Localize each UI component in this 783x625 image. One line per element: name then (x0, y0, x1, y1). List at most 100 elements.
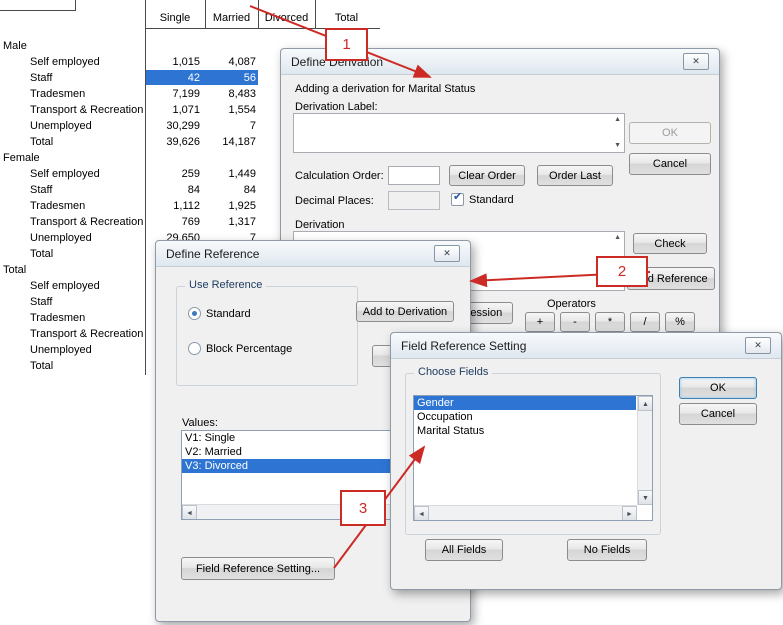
fields-list-item[interactable]: Marital Status (414, 424, 636, 438)
all-fields-button[interactable]: All Fields (425, 539, 503, 561)
row-label: Self employed (30, 168, 100, 180)
callout-1: 1 (325, 28, 368, 61)
scroll-down-icon[interactable]: ▼ (638, 490, 653, 505)
dialog-title: Define Reference (166, 247, 259, 261)
block-percentage-radio[interactable] (188, 342, 201, 355)
derivation-label-input[interactable]: ▲ ▼ (293, 113, 625, 153)
calculation-order-caption: Calculation Order: (295, 170, 384, 182)
scroll-right-icon[interactable]: ► (622, 506, 637, 521)
cell-married: 1,317 (205, 214, 256, 230)
column-header[interactable]: Divorced (258, 12, 315, 24)
decimal-places-input (388, 191, 440, 210)
row-label: Tradesmen (30, 200, 85, 212)
fields-list: GenderOccupationMarital Status (414, 396, 636, 438)
clear-order-button[interactable]: Clear Order (449, 165, 525, 186)
cell-married: 4,087 (205, 54, 256, 70)
grid-line (0, 10, 76, 11)
fields-list-item[interactable]: Gender (414, 396, 636, 410)
cell-married: 1,925 (205, 198, 256, 214)
scroll-up-icon[interactable]: ▲ (614, 116, 621, 124)
cell-single: 769 (146, 214, 200, 230)
dialog-title: Field Reference Setting (401, 339, 526, 353)
cell-married: 1,554 (205, 102, 256, 118)
values-caption: Values: (182, 417, 218, 429)
scroll-left-icon[interactable]: ◄ (414, 506, 429, 521)
row-label: Self employed (30, 280, 100, 292)
cell-single: 39,626 (146, 134, 200, 150)
calculation-order-input[interactable] (388, 166, 440, 185)
no-fields-button[interactable]: No Fields (567, 539, 647, 561)
check-button[interactable]: Check (633, 233, 707, 254)
ok-button[interactable]: OK (679, 377, 757, 399)
operators-row: +-*/% (525, 312, 700, 332)
row-label: Total (30, 248, 53, 260)
scroll-up-icon[interactable]: ▲ (638, 396, 653, 411)
cancel-button[interactable]: Cancel (629, 153, 711, 175)
close-icon[interactable]: ✕ (434, 245, 460, 262)
row-label: Unemployed (30, 232, 92, 244)
cell-single: 259 (146, 166, 200, 182)
field-reference-setting-button[interactable]: Field Reference Setting... (181, 557, 335, 580)
operator-button[interactable]: / (630, 312, 660, 332)
standard-radio-label: Standard (206, 308, 251, 320)
row-label: Unemployed (30, 344, 92, 356)
row-label: Staff (30, 296, 52, 308)
derivation-section-caption: Derivation (295, 219, 345, 231)
fields-list-item[interactable]: Occupation (414, 410, 636, 424)
use-reference-caption: Use Reference (185, 279, 266, 291)
close-icon[interactable]: ✕ (745, 337, 771, 354)
callout-3: 3 (340, 490, 386, 526)
cell-married: 1,449 (205, 166, 256, 182)
decimal-places-caption: Decimal Places: (295, 195, 374, 207)
cell-single: 1,112 (146, 198, 200, 214)
operator-button[interactable]: + (525, 312, 555, 332)
standard-radio[interactable] (188, 307, 201, 320)
scroll-down-icon[interactable]: ▼ (614, 142, 621, 150)
row-label: Total (30, 360, 53, 372)
intro-text: Adding a derivation for Marital Status (295, 83, 475, 95)
column-header[interactable]: Married (205, 12, 258, 24)
operator-button[interactable]: % (665, 312, 695, 332)
operator-button[interactable]: * (595, 312, 625, 332)
grid-line (75, 0, 76, 11)
column-header[interactable]: Single (145, 12, 205, 24)
row-label: Tradesmen (30, 312, 85, 324)
operators-caption: Operators (547, 298, 596, 310)
dialog-titlebar[interactable]: Field Reference Setting ✕ (391, 333, 781, 359)
standard-checkbox-label: Standard (469, 194, 514, 206)
field-reference-setting-dialog: Field Reference Setting ✕ Choose Fields … (390, 332, 782, 590)
row-label: Transport & Recreation (30, 216, 143, 228)
dialog-titlebar[interactable]: Define Reference ✕ (156, 241, 470, 267)
application-window: SingleMarriedDivorcedTotal MaleSelf empl… (0, 0, 783, 625)
use-reference-group: Use Reference (176, 286, 358, 386)
cell-married: 7 (205, 118, 256, 134)
cell-married: 84 (205, 182, 256, 198)
standard-checkbox[interactable]: ✔ (451, 193, 464, 206)
block-percentage-radio-label: Block Percentage (206, 343, 292, 355)
ok-button[interactable]: OK (629, 122, 711, 144)
cell-single: 7,199 (146, 86, 200, 102)
scroll-up-icon[interactable]: ▲ (614, 234, 621, 242)
order-last-button[interactable]: Order Last (537, 165, 613, 186)
check-icon: ✔ (453, 190, 462, 203)
vertical-scrollbar[interactable]: ▲ ▼ (637, 396, 652, 505)
cell-single: 30,299 (146, 118, 200, 134)
row-label: Unemployed (30, 120, 92, 132)
row-label: Transport & Recreation (30, 328, 143, 340)
choose-fields-caption: Choose Fields (414, 366, 492, 378)
cell-married: 8,483 (205, 86, 256, 102)
cell-single: 1,015 (146, 54, 200, 70)
scroll-left-icon[interactable]: ◄ (182, 505, 197, 520)
add-to-derivation-button[interactable]: Add to Derivation (356, 301, 454, 322)
cancel-button[interactable]: Cancel (679, 403, 757, 425)
horizontal-scrollbar[interactable]: ◄ ► (414, 505, 637, 520)
callout-2: 2 (596, 256, 648, 287)
operator-button[interactable]: - (560, 312, 590, 332)
cell-single: 84 (146, 182, 200, 198)
column-header[interactable]: Total (315, 12, 378, 24)
close-icon[interactable]: ✕ (683, 53, 709, 70)
row-label: Tradesmen (30, 88, 85, 100)
fields-listbox[interactable]: GenderOccupationMarital Status ▲ ▼ ◄ ► (413, 395, 653, 521)
cell-married: 56 (205, 70, 256, 86)
derivation-label-caption: Derivation Label: (295, 101, 378, 113)
